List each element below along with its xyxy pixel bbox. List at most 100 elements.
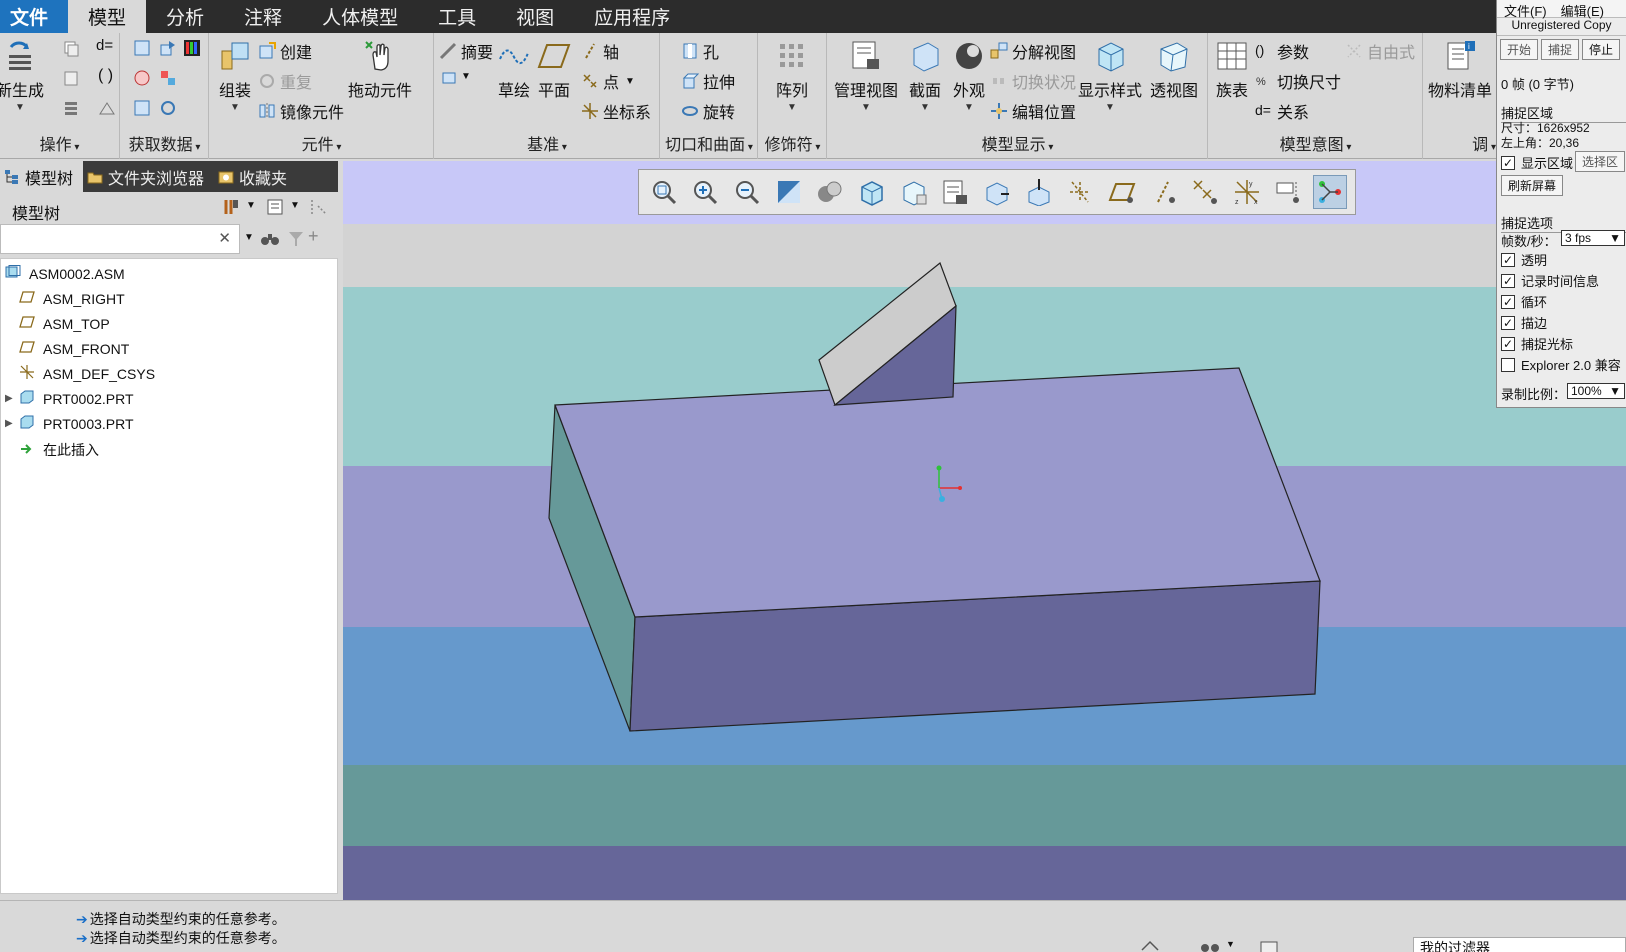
- capture-option-checkbox[interactable]: ✓ 循环: [1501, 292, 1547, 311]
- chevron-down-icon[interactable]: ▼: [230, 103, 240, 113]
- view-manager-button[interactable]: [897, 175, 931, 209]
- bom-button[interactable]: i 物料清单: [1428, 39, 1492, 101]
- zoom-out-button[interactable]: [730, 175, 764, 209]
- sketch-button[interactable]: 草绘: [497, 39, 531, 101]
- chevron-down-icon[interactable]: ▼: [861, 103, 871, 113]
- menu-tools[interactable]: 工具: [418, 0, 496, 33]
- tree-filter-icon[interactable]: [310, 198, 330, 216]
- hole-button[interactable]: 孔: [681, 39, 719, 63]
- chevron-down-icon[interactable]: ▼: [461, 71, 471, 82]
- assemble-button[interactable]: 组装 ▼: [218, 39, 252, 113]
- tree-item[interactable]: ASM_TOP: [5, 315, 110, 332]
- close-icon[interactable]: ✕: [218, 229, 231, 247]
- menu-view[interactable]: 视图: [496, 0, 574, 33]
- create-button[interactable]: 创建: [258, 39, 312, 63]
- menu-analysis[interactable]: 分析: [146, 0, 224, 33]
- group-title-modifier[interactable]: 修饰符: [759, 131, 826, 155]
- capture-menu-file[interactable]: 文件(F): [1497, 0, 1554, 19]
- paste-icon[interactable]: [62, 69, 80, 87]
- tab-folder-browser[interactable]: 文件夹浏览器: [83, 161, 214, 192]
- braces-icon[interactable]: ( ): [98, 67, 113, 85]
- chevron-down-icon[interactable]: ▼: [920, 103, 930, 113]
- show-region-checkbox[interactable]: ✓ 显示区域: [1501, 153, 1573, 172]
- tree-item[interactable]: ASM0002.ASM: [3, 265, 125, 282]
- explode-view-button[interactable]: 分解视图: [990, 39, 1076, 63]
- tree-item[interactable]: ASM_DEF_CSYS: [5, 365, 155, 382]
- point-display-button[interactable]: [1188, 175, 1222, 209]
- drag-component-button[interactable]: 拖动元件: [348, 39, 412, 101]
- chevron-down-icon[interactable]: ▼: [15, 103, 25, 113]
- fps-dropdown[interactable]: 3 fps ▼: [1561, 230, 1625, 246]
- spin-center-toggle-button[interactable]: [1313, 175, 1347, 209]
- chevron-down-icon[interactable]: ▼: [787, 103, 797, 113]
- graphics-viewport[interactable]: y z x: [343, 161, 1626, 900]
- select-region-button[interactable]: 选择区: [1575, 151, 1626, 172]
- color-palette-icon[interactable]: [183, 39, 201, 57]
- extrude-button[interactable]: 拉伸: [681, 69, 735, 93]
- binoculars-icon[interactable]: [1200, 939, 1222, 952]
- datum-dropdown-icon[interactable]: [441, 69, 459, 87]
- menu-manikin[interactable]: 人体模型: [302, 0, 418, 33]
- view-list-button[interactable]: [938, 175, 972, 209]
- group-title-operations[interactable]: 操作: [0, 131, 119, 155]
- mirror-component-button[interactable]: 镜像元件: [258, 99, 344, 123]
- switch-dimensions-button[interactable]: % 切换尺寸: [1255, 69, 1341, 93]
- sync-icon[interactable]: [1140, 940, 1160, 952]
- expand-arrow-icon[interactable]: ▶: [5, 418, 19, 429]
- filter-icon[interactable]: [288, 230, 304, 248]
- group-title-model-intent[interactable]: 模型意图: [1209, 131, 1422, 155]
- reorder-icon[interactable]: [62, 99, 80, 117]
- shrinkwrap-icon[interactable]: [133, 69, 151, 87]
- appearance-button[interactable]: 外观 ▼: [952, 39, 986, 113]
- chevron-down-icon[interactable]: ▼: [290, 200, 300, 211]
- model-tree-search-input[interactable]: ✕: [0, 224, 240, 254]
- chevron-down-icon[interactable]: ▼: [1105, 103, 1115, 113]
- perspective-button[interactable]: 透视图: [1150, 39, 1198, 101]
- planes-display-button[interactable]: [1022, 175, 1056, 209]
- annotation-display-button[interactable]: [1063, 175, 1097, 209]
- measure-icon[interactable]: [98, 99, 116, 117]
- record-scale-dropdown[interactable]: 100% ▼: [1567, 383, 1625, 399]
- tree-item[interactable]: ASM_FRONT: [5, 340, 129, 357]
- repaint-button[interactable]: [772, 175, 806, 209]
- dimension-icon[interactable]: d=: [96, 37, 113, 54]
- tree-item[interactable]: ▶ PRT0003.PRT: [5, 415, 134, 432]
- group-title-cut-surface[interactable]: 切口和曲面: [661, 131, 757, 155]
- relations-button[interactable]: d= 关系: [1255, 99, 1309, 123]
- plane-button[interactable]: 平面: [537, 39, 571, 101]
- chevron-down-icon[interactable]: ▼: [246, 200, 256, 211]
- csys-display-button[interactable]: y z x: [1230, 175, 1264, 209]
- tree-show-icon[interactable]: [266, 198, 284, 216]
- plus-icon[interactable]: +: [308, 226, 319, 247]
- publish-geometry-icon[interactable]: [133, 99, 151, 117]
- refresh-screen-button[interactable]: 刷新屏幕: [1501, 175, 1564, 196]
- copy-geometry-icon[interactable]: [159, 39, 177, 57]
- tree-item[interactable]: ▶ PRT0002.PRT: [5, 390, 134, 407]
- zoom-in-button[interactable]: [689, 175, 723, 209]
- capture-option-checkbox[interactable]: ✓ 记录时间信息: [1501, 271, 1599, 290]
- block-top-face[interactable]: [554, 367, 1321, 618]
- csys-button[interactable]: 坐标系: [581, 99, 651, 123]
- capture-start-button[interactable]: 开始: [1500, 39, 1539, 60]
- tab-model-tree[interactable]: 模型树: [0, 161, 84, 192]
- axis-button[interactable]: 轴: [581, 39, 619, 63]
- capture-option-checkbox[interactable]: ✓ 透明: [1501, 250, 1547, 269]
- menu-applications[interactable]: 应用程序: [574, 0, 690, 33]
- edit-position-button[interactable]: 编辑位置: [990, 99, 1076, 123]
- revolve-button[interactable]: 旋转: [681, 99, 735, 123]
- toggle-state-button[interactable]: 切换状况: [990, 69, 1076, 93]
- group-title-component[interactable]: 元件: [210, 131, 433, 155]
- group-title-model-display[interactable]: 模型显示: [828, 131, 1207, 155]
- group-title-datum[interactable]: 基准: [435, 131, 659, 155]
- manage-views-button[interactable]: 管理视图 ▼: [834, 39, 898, 113]
- binoculars-icon[interactable]: [260, 230, 280, 248]
- refit-button[interactable]: [647, 175, 681, 209]
- display-style-view-button[interactable]: [814, 175, 848, 209]
- chevron-down-icon[interactable]: ▼: [244, 232, 254, 243]
- section-button[interactable]: 截面 ▼: [908, 39, 942, 113]
- capture-snap-button[interactable]: 捕捉: [1541, 39, 1580, 60]
- selection-filter-dropdown[interactable]: 我的过滤器: [1413, 937, 1626, 952]
- chevron-down-icon[interactable]: ▼: [1226, 939, 1235, 949]
- model-canvas[interactable]: [343, 161, 1626, 900]
- chevron-down-icon[interactable]: ▼: [964, 103, 974, 113]
